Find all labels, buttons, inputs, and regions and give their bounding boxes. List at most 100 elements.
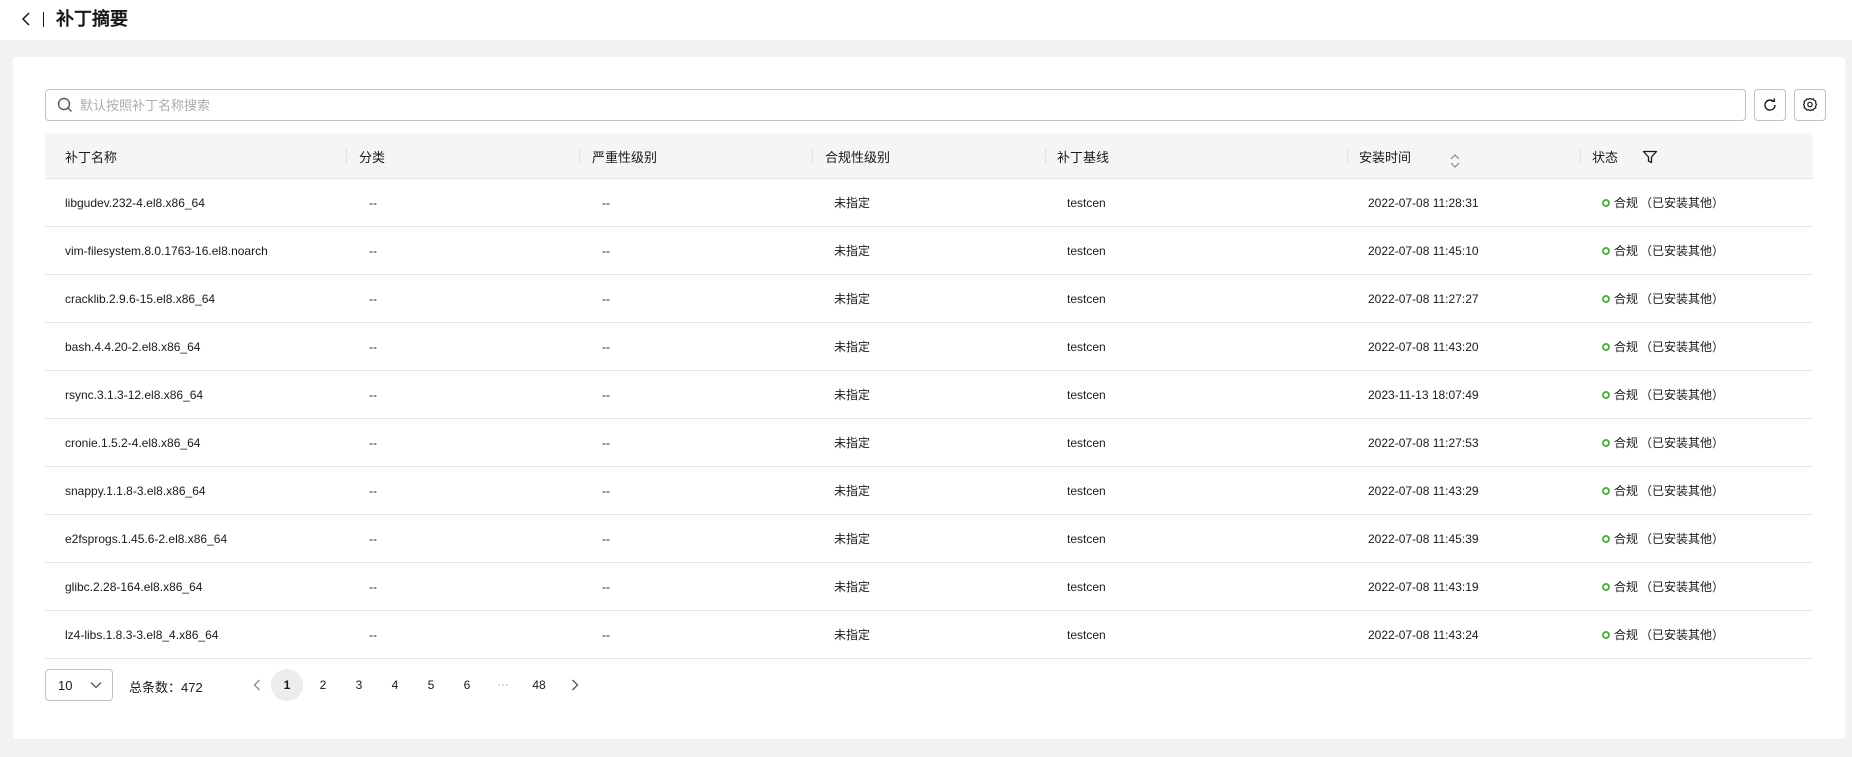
table-row[interactable]: glibc.2.28-164.el8.x86_64 -- -- 未指定 testcen 2… — [45, 563, 1813, 611]
status-ok-icon — [1602, 246, 1610, 255]
cell-category: -- — [369, 195, 377, 210]
column-header-install-time[interactable]: 安装时间 — [1359, 133, 1411, 179]
page-size-select[interactable]: 10 — [45, 669, 113, 701]
table-row[interactable]: vim-filesystem.8.0.1763-16.el8.noarch -- -… — [45, 227, 1813, 275]
column-divider[interactable] — [812, 148, 813, 164]
status-detail: （已安装其他） — [1640, 292, 1725, 306]
status-label: 合规 — [1614, 436, 1639, 450]
cell-severity: -- — [602, 627, 610, 642]
column-header-patch-name: 补丁名称 — [65, 149, 118, 165]
column-divider[interactable] — [1347, 148, 1348, 164]
page-button-3[interactable]: 3 — [343, 669, 375, 701]
page-button-4[interactable]: 4 — [379, 669, 411, 701]
cell-status: 合规 （已安装其他） — [1602, 179, 1724, 226]
cell-compliance: 未指定 — [834, 580, 871, 594]
cell-patch-name: cronie.1.5.2-4.el8.x86_64 — [65, 435, 201, 450]
column-divider[interactable] — [346, 148, 347, 164]
status-detail: （已安装其他） — [1640, 532, 1725, 546]
cell-install-time: 2022-07-08 11:27:53 — [1368, 435, 1479, 450]
status-ok-icon — [1602, 438, 1610, 447]
gear-icon — [1802, 97, 1818, 112]
cell-baseline: testcen — [1067, 339, 1106, 354]
prev-page-button[interactable] — [241, 669, 273, 701]
filter-icon[interactable] — [1642, 149, 1658, 165]
cell-severity: -- — [602, 579, 610, 594]
cell-severity: -- — [602, 243, 610, 258]
page-title: 补丁摘要 — [56, 9, 128, 29]
column-header-status: 状态 — [1592, 149, 1619, 165]
status-detail: （已安装其他） — [1640, 580, 1725, 594]
column-divider[interactable] — [1580, 148, 1581, 164]
status-label: 合规 — [1614, 484, 1639, 498]
table-row[interactable]: libgudev.232-4.el8.x86_64 -- -- 未指定 testcen 2… — [45, 179, 1813, 227]
cell-status: 合规 （已安装其他） — [1602, 227, 1724, 274]
pagination: 10 总条数：472 1 2 3 4 5 6 ··· 48 — [45, 669, 845, 701]
cell-patch-name: libgudev.232-4.el8.x86_64 — [65, 195, 205, 210]
status-ok-icon — [1602, 582, 1610, 591]
cell-severity: -- — [602, 291, 610, 306]
status-label: 合规 — [1614, 628, 1639, 642]
table-row[interactable]: cracklib.2.9.6-15.el8.x86_64 -- -- 未指定 testc… — [45, 275, 1813, 323]
cell-baseline: testcen — [1067, 531, 1106, 546]
page-button-last[interactable]: 48 — [523, 669, 555, 701]
refresh-button[interactable] — [1754, 89, 1786, 121]
table-row[interactable]: rsync.3.1.3-12.el8.x86_64 -- -- 未指定 testcen 2… — [45, 371, 1813, 419]
cell-category: -- — [369, 291, 377, 306]
cell-baseline: testcen — [1067, 291, 1106, 306]
cell-compliance: 未指定 — [834, 292, 871, 306]
cell-severity: -- — [602, 387, 610, 402]
page-button-6[interactable]: 6 — [451, 669, 483, 701]
table-row[interactable]: snappy.1.1.8-3.el8.x86_64 -- -- 未指定 testcen 2… — [45, 467, 1813, 515]
status-detail: （已安装其他） — [1640, 436, 1725, 450]
page-button-1[interactable]: 1 — [271, 669, 303, 701]
patch-summary-card: 补丁名称 分类 严重性级别 合规性级别 补丁基线 安装时间 状态 libgude… — [13, 57, 1845, 739]
status-label: 合规 — [1614, 244, 1639, 258]
column-divider[interactable] — [579, 148, 580, 164]
cell-install-time: 2023-11-13 18:07:49 — [1368, 387, 1479, 402]
cell-install-time: 2022-07-08 11:45:39 — [1368, 531, 1479, 546]
cell-severity: -- — [602, 195, 610, 210]
cell-patch-name: glibc.2.28-164.el8.x86_64 — [65, 579, 203, 594]
cell-status: 合规 （已安装其他） — [1602, 275, 1724, 322]
cell-install-time: 2022-07-08 11:43:24 — [1368, 627, 1479, 642]
table-row[interactable]: cronie.1.5.2-4.el8.x86_64 -- -- 未指定 testcen 2… — [45, 419, 1813, 467]
cell-status: 合规 （已安装其他） — [1602, 371, 1724, 418]
cell-compliance: 未指定 — [834, 388, 871, 402]
cell-status: 合规 （已安装其他） — [1602, 515, 1724, 562]
top-bar: 补丁摘要 — [0, 0, 1852, 40]
cell-status: 合规 （已安装其他） — [1602, 611, 1724, 658]
cell-baseline: testcen — [1067, 243, 1106, 258]
cell-compliance: 未指定 — [834, 628, 871, 642]
chevron-left-icon — [21, 12, 30, 26]
status-detail: （已安装其他） — [1640, 244, 1725, 258]
cell-install-time: 2022-07-08 11:43:20 — [1368, 339, 1479, 354]
next-page-button[interactable] — [559, 669, 591, 701]
table-row[interactable]: bash.4.4.20-2.el8.x86_64 -- -- 未指定 testcen 20… — [45, 323, 1813, 371]
column-divider[interactable] — [1045, 148, 1046, 164]
settings-button[interactable] — [1794, 89, 1826, 121]
table-row[interactable]: lz4-libs.1.8.3-3.el8_4.x86_64 -- -- 未指定 test… — [45, 611, 1813, 659]
table-row[interactable]: e2fsprogs.1.45.6-2.el8.x86_64 -- -- 未指定 test… — [45, 515, 1813, 563]
page-button-5[interactable]: 5 — [415, 669, 447, 701]
status-detail: （已安装其他） — [1640, 196, 1725, 210]
column-header-category: 分类 — [359, 149, 386, 165]
status-label: 合规 — [1614, 196, 1639, 210]
cell-patch-name: snappy.1.1.8-3.el8.x86_64 — [65, 483, 206, 498]
cell-status: 合规 （已安装其他） — [1602, 419, 1724, 466]
search-icon — [57, 97, 72, 112]
table-body: libgudev.232-4.el8.x86_64 -- -- 未指定 testcen 2… — [45, 179, 1813, 659]
cell-category: -- — [369, 579, 377, 594]
cell-status: 合规 （已安装其他） — [1602, 467, 1724, 514]
chevron-down-icon — [90, 682, 102, 689]
cell-status: 合规 （已安装其他） — [1602, 563, 1724, 610]
page-ellipsis[interactable]: ··· — [487, 669, 519, 701]
search-input[interactable] — [80, 91, 1745, 119]
column-header-baseline: 补丁基线 — [1057, 149, 1110, 165]
back-button[interactable] — [18, 10, 34, 28]
cell-baseline: testcen — [1067, 435, 1106, 450]
sort-icon[interactable] — [1449, 153, 1461, 169]
status-detail: （已安装其他） — [1640, 340, 1725, 354]
cell-category: -- — [369, 243, 377, 258]
page-button-2[interactable]: 2 — [307, 669, 339, 701]
search-box[interactable] — [45, 89, 1746, 121]
